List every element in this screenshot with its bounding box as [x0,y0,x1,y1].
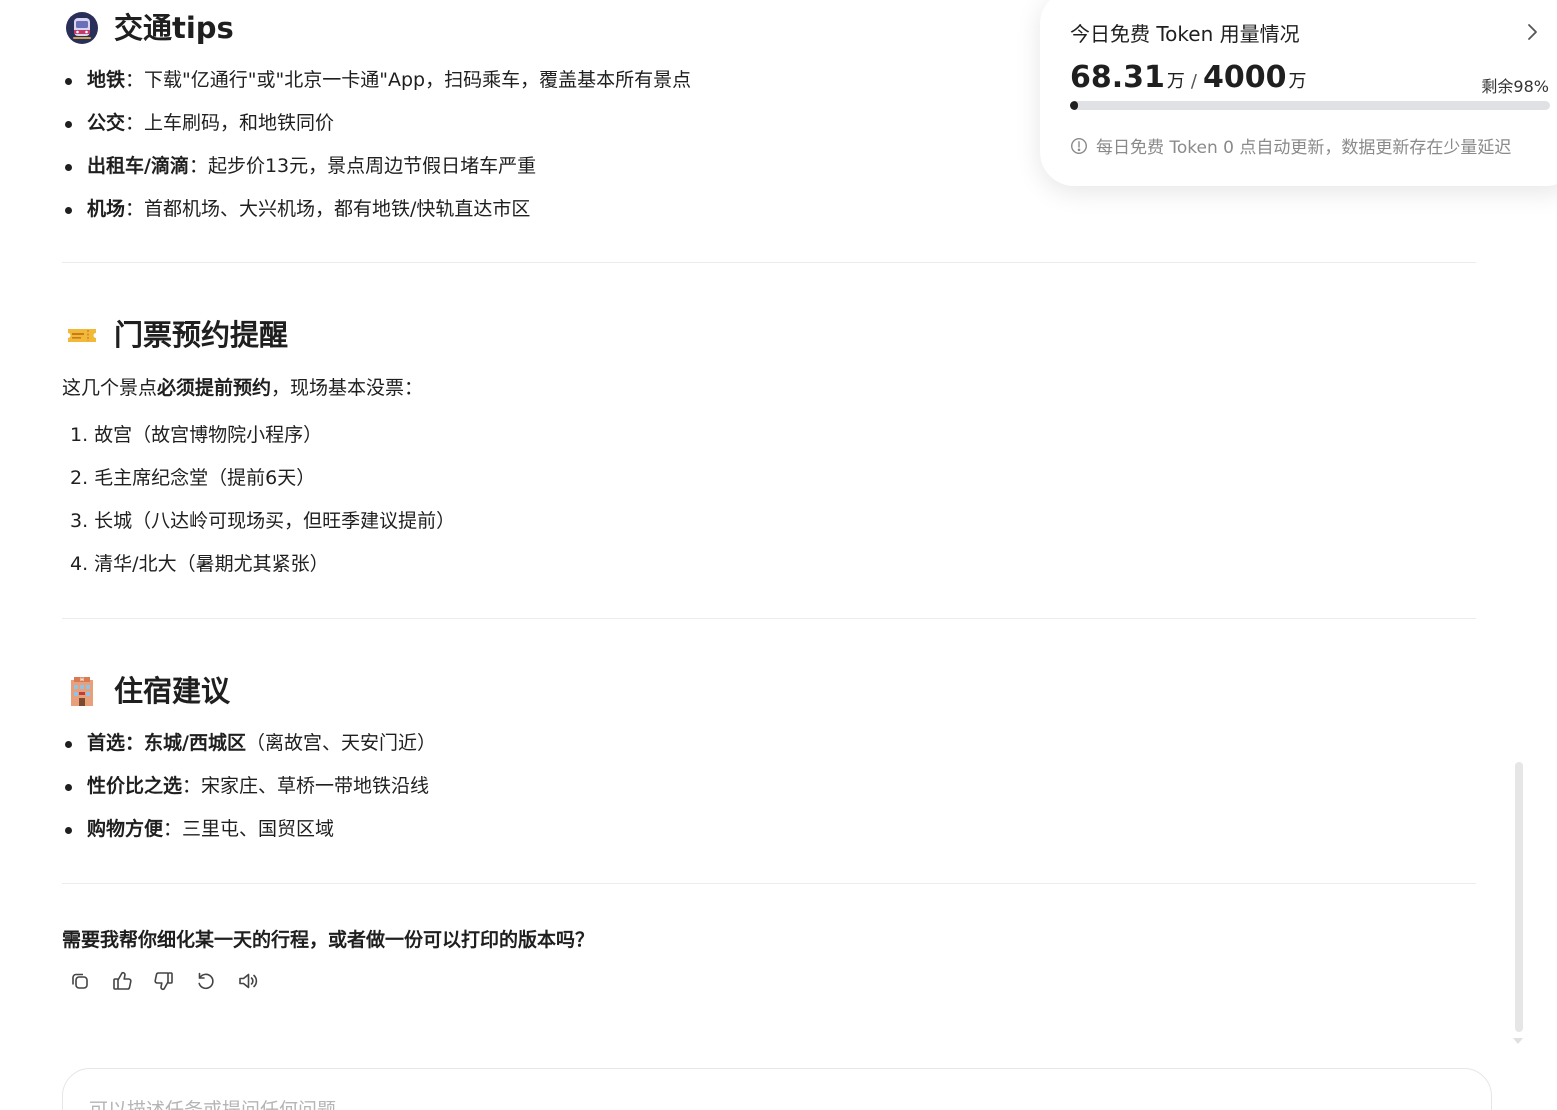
scrollbar-thumb[interactable] [1515,762,1523,1032]
list-item: 3. 长城（八达岭可现场买，但旺季建议提前） [70,510,456,532]
scroll-down-arrow-icon[interactable] [1513,1038,1523,1044]
list-item: 4. 清华/北大（暑期尤其紧张） [70,553,329,575]
section-heading-transport: 交通tips [64,8,234,48]
list-item-label: 机场 [87,198,126,220]
list-item: 2. 毛主席纪念堂（提前6天） [70,467,316,489]
token-used-unit: 万 [1166,71,1185,92]
intro-text: 这几个景点 [62,377,158,399]
list-item-text: ：宋家庄、草桥一带地铁沿线 [182,775,430,797]
list-item-label: 出租车/滴滴 [87,155,189,177]
token-note: 每日免费 Token 0 点自动更新，数据更新存在少量延迟 [1070,133,1511,158]
tickets-list: 1. 故宫（故宫博物院小程序） 2. 毛主席纪念堂（提前6天） 3. 长城（八达… [62,414,962,586]
list-item-text: ：下载"亿通行"或"北京一卡通"App，扫码乘车，覆盖基本所有景点 [125,69,692,91]
section-title: 交通tips [114,11,234,45]
intro-bold: 必须提前预约 [157,377,272,399]
list-item: 机场：首都机场、大兴机场，都有地铁/快轨直达市区 [62,188,962,231]
divider [62,883,1476,884]
token-usage-progress [1070,101,1550,110]
lodging-list: 首选：东城/西城区（离故宫、天安门近） 性价比之选：宋家庄、草桥一带地铁沿线 购… [62,722,962,851]
svg-text:H: H [80,677,84,683]
copy-icon[interactable] [68,969,91,992]
list-item-text: ：起步价13元，景点周边节假日堵车严重 [188,155,537,177]
ticket-icon [64,317,100,353]
regenerate-icon[interactable] [194,969,217,992]
thumbs-up-icon[interactable] [110,969,133,992]
info-circle-icon [1070,137,1088,155]
thumbs-down-icon[interactable] [152,969,175,992]
list-item-label: 公交 [87,112,126,134]
followup-question: 需要我帮你细化某一天的行程，或者做一份可以打印的版本吗？ [62,929,595,951]
section-title: 门票预约提醒 [114,318,289,352]
scrollbar[interactable] [1514,762,1524,1034]
chat-input-box[interactable] [62,1068,1492,1110]
token-usage-numbers: 68.31 万 / 4000 万 [1070,60,1306,95]
list-item-text: （离故宫、天安门近） [245,732,436,754]
list-item-text: ：首都机场、大兴机场，都有地铁/快轨直达市区 [125,198,531,220]
divider [62,618,1476,619]
tickets-intro: 这几个景点必须提前预约，现场基本没票： [62,373,423,403]
token-card-title: 今日免费 Token 用量情况 [1070,22,1300,46]
chevron-right-icon[interactable] [1526,21,1542,43]
list-item: 首选：东城/西城区（离故宫、天安门近） [62,722,962,765]
hotel-icon: H [64,673,100,709]
metro-train-icon [64,10,100,46]
token-remaining: 剩余98% [1481,77,1549,96]
transport-list: 地铁：下载"亿通行"或"北京一卡通"App，扫码乘车，覆盖基本所有景点 公交：上… [62,59,962,231]
divider [62,262,1476,263]
token-separator: / [1190,71,1197,92]
list-item: 出租车/滴滴：起步价13元，景点周边节假日堵车严重 [62,145,962,188]
list-item-text: ：上车刷码，和地铁同价 [125,112,335,134]
list-item-label: 性价比之选 [87,775,183,797]
chat-page: 交通tips 地铁：下载"亿通行"或"北京一卡通"App，扫码乘车，覆盖基本所有… [0,0,1557,1110]
message-actions [68,969,259,992]
chat-input[interactable] [89,1099,1389,1110]
list-item-text: ：三里屯、国贸区域 [163,818,335,840]
list-item-label: 首选：东城/西城区 [87,732,246,754]
intro-text: ，现场基本没票： [271,377,424,399]
section-heading-lodging: H 住宿建议 [64,671,230,711]
token-usage-progress-fill [1070,101,1079,110]
token-used-value: 68.31 [1070,60,1165,95]
speaker-icon[interactable] [236,969,259,992]
list-item: 地铁：下载"亿通行"或"北京一卡通"App，扫码乘车，覆盖基本所有景点 [62,59,962,102]
list-item-label: 购物方便 [87,818,164,840]
list-item-label: 地铁 [87,69,126,91]
token-usage-card[interactable]: 今日免费 Token 用量情况 68.31 万 / 4000 万 剩余98% 每… [1040,0,1557,186]
section-heading-tickets: 门票预约提醒 [64,315,288,355]
list-item: 购物方便：三里屯、国贸区域 [62,808,962,851]
list-item: 1. 故宫（故宫博物院小程序） [70,424,323,446]
list-item: 性价比之选：宋家庄、草桥一带地铁沿线 [62,765,962,808]
token-total-value: 4000 [1202,60,1287,95]
token-total-unit: 万 [1288,71,1307,92]
token-note-text: 每日免费 Token 0 点自动更新，数据更新存在少量延迟 [1096,138,1512,158]
list-item: 公交：上车刷码，和地铁同价 [62,102,962,145]
section-title: 住宿建议 [114,674,231,708]
